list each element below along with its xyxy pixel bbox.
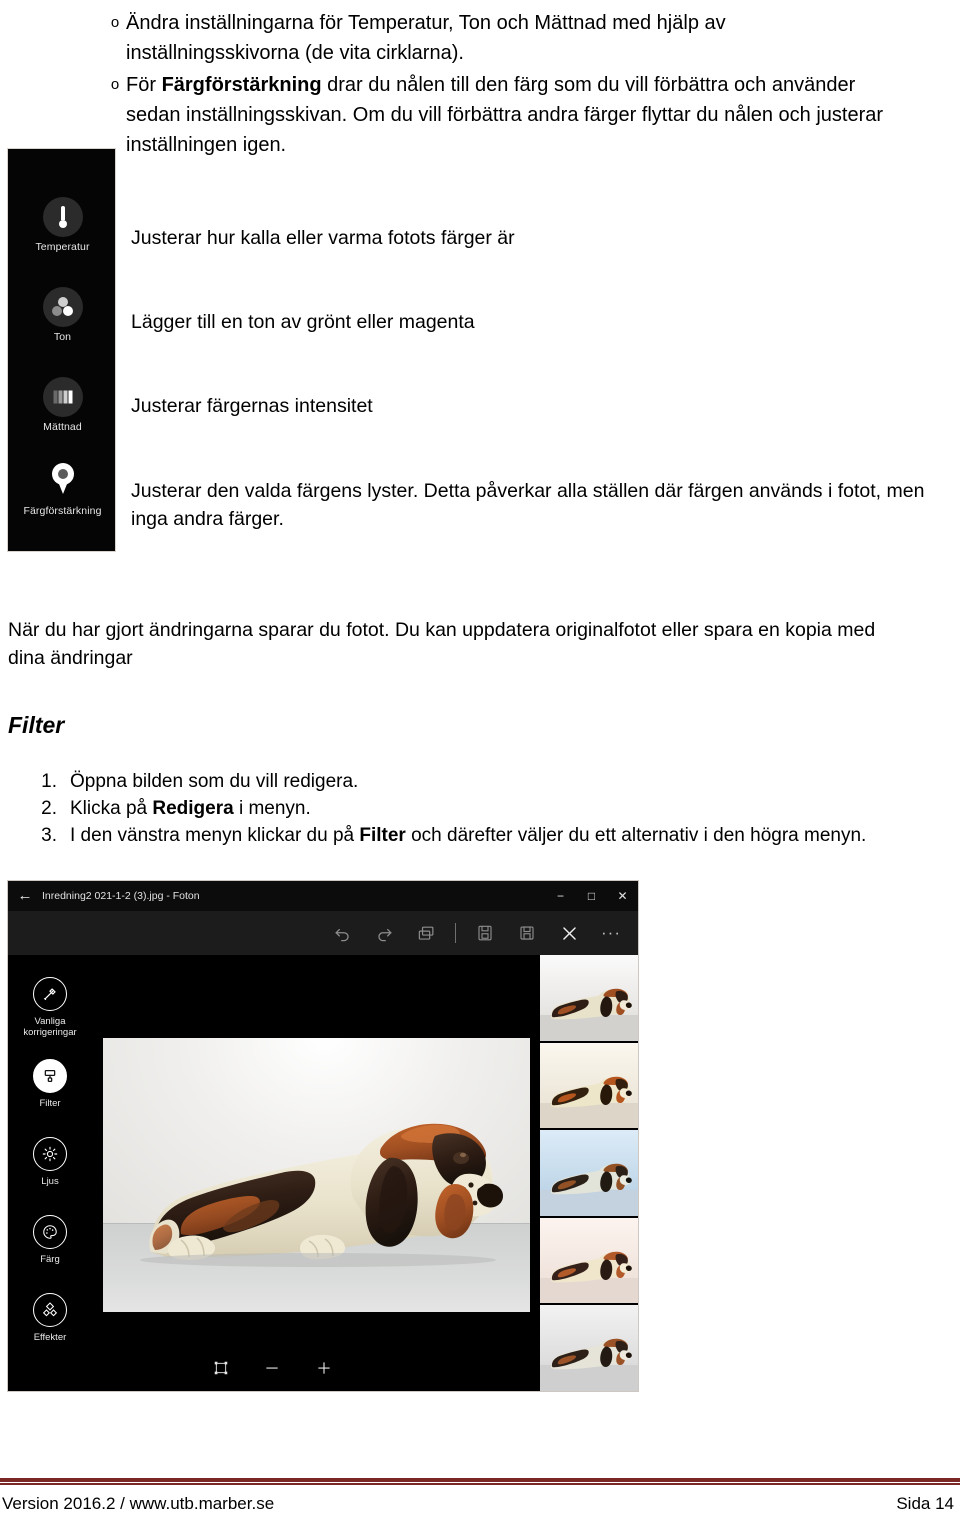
- sidebar-item-label: Färg: [40, 1254, 60, 1265]
- app-body: Vanliga korrigeringar Filter Ljus Färg E…: [8, 955, 638, 1391]
- minimize-button[interactable]: −: [545, 881, 576, 911]
- filter-steps-list: 1. Öppna bilden som du vill redigera. 2.…: [0, 768, 960, 849]
- list-item: 2. Klicka på Redigera i menyn.: [0, 795, 960, 822]
- settings-item-label: Ton: [53, 331, 72, 343]
- sidebar-item-label: Filter: [39, 1098, 61, 1109]
- sidebar-item-label: Ljus: [41, 1176, 59, 1187]
- filter-thumbnail-5[interactable]: [540, 1305, 638, 1391]
- effects-icon: [33, 1293, 67, 1327]
- save-paragraph: När du har gjort ändringarna sparar du f…: [8, 619, 876, 669]
- save-icon[interactable]: [506, 911, 548, 955]
- list-item: o För Färgförstärkning drar du nålen til…: [0, 70, 960, 160]
- back-arrow-icon[interactable]: ←: [8, 881, 42, 911]
- edit-sidebar: Vanliga korrigeringar Filter Ljus Färg E…: [8, 955, 92, 1391]
- step-text-pre: I den vänstra menyn klickar du på: [70, 825, 360, 846]
- compare-icon[interactable]: [405, 911, 447, 955]
- sidebar-item-filter[interactable]: Filter: [8, 1059, 92, 1109]
- zoom-out-icon[interactable]: [263, 1359, 281, 1380]
- step-text-pre: Öppna bilden som du vill redigera.: [70, 771, 359, 792]
- more-options-icon[interactable]: ···: [590, 911, 632, 955]
- settings-item-label: Färgförstärkning: [23, 505, 102, 517]
- filter-thumbnail-strip: [538, 955, 638, 1391]
- page-footer: Version 2016.2 / www.utb.marber.se Sida …: [0, 1494, 960, 1514]
- fit-to-window-icon[interactable]: [213, 1360, 229, 1379]
- filter-thumbnail-2[interactable]: [540, 1042, 638, 1129]
- color-palette-icon: [33, 1215, 67, 1249]
- filter-thumbnail-3[interactable]: [540, 1130, 638, 1216]
- step-text: Klicka på Redigera i menyn.: [70, 795, 311, 822]
- bullet-text-pre: För: [126, 74, 162, 96]
- intro-bullet-list: o Ändra inställningarna för Temperatur, …: [0, 0, 960, 162]
- filter-thumbnail-4[interactable]: [540, 1217, 638, 1304]
- brightness-icon: [33, 1137, 67, 1171]
- step-text-post: och därefter väljer du ett alternativ i …: [405, 825, 867, 846]
- undo-icon[interactable]: [321, 911, 363, 955]
- step-text-bold: Filter: [359, 825, 406, 846]
- close-edit-icon[interactable]: [548, 911, 590, 955]
- description-mattnad: Justerar färgernas intensitet: [131, 395, 373, 417]
- zoom-in-icon[interactable]: [315, 1359, 333, 1380]
- close-button[interactable]: ✕: [607, 881, 638, 911]
- magic-wand-icon: [33, 977, 67, 1011]
- step-text-post: i menyn.: [233, 798, 311, 819]
- settings-item-fargforstarkning[interactable]: Färgförstärkning: [8, 461, 117, 517]
- bullet-text-bold: Färgförstärkning: [161, 74, 322, 96]
- description-fargforstarkning: Justerar den valda färgens lyster. Detta…: [131, 480, 925, 530]
- bullet-text: Ändra inställningarna för Temperatur, To…: [126, 12, 726, 64]
- step-text-pre: Klicka på: [70, 798, 153, 819]
- window-controls: − □ ✕: [545, 881, 638, 911]
- list-item: o Ändra inställningarna för Temperatur, …: [0, 8, 960, 68]
- settings-item-ton[interactable]: Ton: [8, 287, 117, 343]
- sidebar-item-ljus[interactable]: Ljus: [8, 1137, 92, 1187]
- edit-toolbar: ···: [8, 911, 638, 955]
- redo-icon[interactable]: [363, 911, 405, 955]
- color-pin-icon: [43, 461, 83, 501]
- bullet-marker: o: [110, 14, 120, 31]
- footer-version-text: Version 2016.2 / www.utb.marber.se: [2, 1494, 275, 1513]
- toolbar-separator: [455, 923, 456, 943]
- thermometer-icon: [42, 197, 83, 237]
- bullet-marker: o: [110, 76, 120, 93]
- step-text-bold: Redigera: [152, 798, 234, 819]
- step-text: I den vänstra menyn klickar du på Filter…: [70, 822, 866, 849]
- step-number: 2.: [41, 798, 57, 819]
- tone-circles-icon: [42, 287, 83, 327]
- sidebar-item-vanliga-korrigeringar[interactable]: Vanliga korrigeringar: [8, 977, 92, 1038]
- settings-item-temperatur[interactable]: Temperatur: [8, 197, 117, 253]
- step-text: Öppna bilden som du vill redigera.: [70, 768, 358, 795]
- filter-thumbnail-1[interactable]: [540, 955, 638, 1041]
- saturation-bars-icon: [42, 377, 83, 417]
- footer-divider: [0, 1478, 960, 1485]
- list-item: 3. I den vänstra menyn klickar du på Fil…: [0, 822, 960, 849]
- zoom-toolbar: [8, 1347, 538, 1391]
- page-title: Filter: [8, 712, 65, 738]
- maximize-button[interactable]: □: [576, 881, 607, 911]
- photo-settings-panel: Temperatur Ton Mättnad Färgförstärkning: [7, 148, 116, 552]
- window-title: Inredning2 021-1-2 (3).jpg - Foton: [42, 890, 200, 902]
- sidebar-item-label-2: korrigeringar: [23, 1027, 77, 1038]
- step-number: 1.: [41, 771, 57, 792]
- description-ton: Lägger till en ton av grönt eller magent…: [131, 311, 475, 333]
- list-item: 1. Öppna bilden som du vill redigera.: [0, 768, 960, 795]
- sidebar-item-label: Effekter: [33, 1332, 67, 1343]
- settings-item-label: Mättnad: [43, 421, 82, 433]
- photos-app-screenshot: ← Inredning2 021-1-2 (3).jpg - Foton − □…: [7, 880, 639, 1392]
- sidebar-item-label: Vanliga: [34, 1016, 66, 1027]
- settings-item-label: Temperatur: [35, 241, 90, 253]
- save-copy-icon[interactable]: [464, 911, 506, 955]
- app-titlebar: ← Inredning2 021-1-2 (3).jpg - Foton − □…: [8, 881, 638, 911]
- sidebar-item-effekter[interactable]: Effekter: [8, 1293, 92, 1343]
- filter-brush-icon: [33, 1059, 67, 1093]
- settings-item-mattnad[interactable]: Mättnad: [8, 377, 117, 433]
- step-number: 3.: [41, 825, 57, 846]
- sidebar-item-farg[interactable]: Färg: [8, 1215, 92, 1265]
- description-temperatur: Justerar hur kalla eller varma fotots fä…: [131, 227, 515, 249]
- photo-canvas[interactable]: [103, 1038, 530, 1312]
- bullet-text: För Färgförstärkning drar du nålen till …: [126, 70, 886, 160]
- dog-figurine-photo: [140, 1123, 503, 1267]
- footer-page-number: Sida 14: [896, 1494, 954, 1513]
